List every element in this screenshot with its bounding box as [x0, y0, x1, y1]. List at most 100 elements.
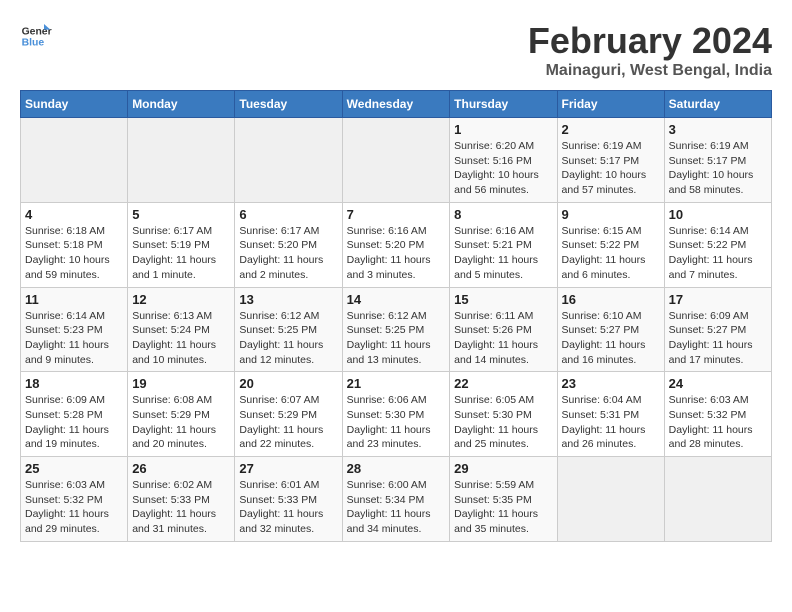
day-info: Sunrise: 6:04 AMSunset: 5:31 PMDaylight:… [562, 393, 660, 452]
calendar-cell [664, 457, 771, 542]
calendar-cell: 23Sunrise: 6:04 AMSunset: 5:31 PMDayligh… [557, 372, 664, 457]
title-section: February 2024 Mainaguri, West Bengal, In… [528, 20, 772, 80]
calendar-day-header: Thursday [450, 91, 557, 118]
day-info: Sunrise: 6:06 AMSunset: 5:30 PMDaylight:… [347, 393, 446, 452]
calendar-cell: 4 Sunrise: 6:18 AMSunset: 5:18 PMDaylight… [21, 202, 128, 287]
day-info: Sunrise: 6:05 AMSunset: 5:30 PMDaylight:… [454, 393, 552, 452]
calendar-cell: 24 Sunrise: 6:03 AMSunset: 5:32 PMDayligh… [664, 372, 771, 457]
day-number: 9 [562, 207, 660, 222]
day-info: Sunrise: 5:59 AMSunset: 5:35 PMDaylight:… [454, 478, 552, 537]
day-number: 22 [454, 376, 552, 391]
day-info: Sunrise: 6:03 AMSunset: 5:32 PMDaylight:… [669, 393, 767, 452]
day-info: Sunrise: 6:19 AMSunset: 5:17 PMDaylight:… [562, 139, 660, 198]
calendar-cell [235, 118, 342, 203]
calendar-day-header: Tuesday [235, 91, 342, 118]
page-title: February 2024 [528, 20, 772, 62]
day-info: Sunrise: 6:09 AMSunset: 5:27 PMDaylight:… [669, 309, 767, 368]
day-number: 7 [347, 207, 446, 222]
calendar-cell: 28 Sunrise: 6:00 AMSunset: 5:34 PMDayligh… [342, 457, 450, 542]
day-info: Sunrise: 6:18 AMSunset: 5:18 PMDaylight:… [25, 224, 123, 283]
page-header: General Blue February 2024 Mainaguri, We… [20, 20, 772, 80]
calendar-cell: 9 Sunrise: 6:15 AMSunset: 5:22 PMDaylight… [557, 202, 664, 287]
day-number: 5 [132, 207, 230, 222]
calendar-cell: 21 Sunrise: 6:06 AMSunset: 5:30 PMDayligh… [342, 372, 450, 457]
day-info: Sunrise: 6:17 AMSunset: 5:19 PMDaylight:… [132, 224, 230, 283]
day-number: 14 [347, 292, 446, 307]
svg-text:Blue: Blue [22, 38, 45, 49]
day-info: Sunrise: 6:13 AMSunset: 5:24 PMDaylight:… [132, 309, 230, 368]
calendar-cell: 25Sunrise: 6:03 AMSunset: 5:32 PMDayligh… [21, 457, 128, 542]
day-info: Sunrise: 6:12 AMSunset: 5:25 PMDaylight:… [239, 309, 337, 368]
day-number: 27 [239, 461, 337, 476]
day-info: Sunrise: 6:03 AMSunset: 5:32 PMDaylight:… [25, 478, 123, 537]
day-number: 18 [25, 376, 123, 391]
day-info: Sunrise: 6:00 AMSunset: 5:34 PMDaylight:… [347, 478, 446, 537]
calendar-cell: 12 Sunrise: 6:13 AMSunset: 5:24 PMDayligh… [128, 287, 235, 372]
calendar-day-header: Friday [557, 91, 664, 118]
day-info: Sunrise: 6:17 AMSunset: 5:20 PMDaylight:… [239, 224, 337, 283]
calendar-day-header: Wednesday [342, 91, 450, 118]
day-number: 21 [347, 376, 446, 391]
calendar-cell: 29 Sunrise: 5:59 AMSunset: 5:35 PMDayligh… [450, 457, 557, 542]
day-number: 26 [132, 461, 230, 476]
calendar-cell: 15Sunrise: 6:11 AMSunset: 5:26 PMDayligh… [450, 287, 557, 372]
logo: General Blue [20, 20, 52, 52]
day-number: 10 [669, 207, 767, 222]
day-info: Sunrise: 6:10 AMSunset: 5:27 PMDaylight:… [562, 309, 660, 368]
calendar-cell: 11 Sunrise: 6:14 AMSunset: 5:23 PMDayligh… [21, 287, 128, 372]
day-number: 20 [239, 376, 337, 391]
calendar-cell: 8 Sunrise: 6:16 AMSunset: 5:21 PMDaylight… [450, 202, 557, 287]
day-number: 1 [454, 122, 552, 137]
calendar-cell: 14 Sunrise: 6:12 AMSunset: 5:25 PMDayligh… [342, 287, 450, 372]
calendar-cell: 7Sunrise: 6:16 AMSunset: 5:20 PMDaylight… [342, 202, 450, 287]
day-number: 3 [669, 122, 767, 137]
day-number: 29 [454, 461, 552, 476]
day-number: 24 [669, 376, 767, 391]
calendar-cell: 17 Sunrise: 6:09 AMSunset: 5:27 PMDayligh… [664, 287, 771, 372]
day-number: 2 [562, 122, 660, 137]
day-number: 28 [347, 461, 446, 476]
calendar-cell: 3 Sunrise: 6:19 AMSunset: 5:17 PMDaylight… [664, 118, 771, 203]
calendar-cell: 2 Sunrise: 6:19 AMSunset: 5:17 PMDaylight… [557, 118, 664, 203]
day-info: Sunrise: 6:07 AMSunset: 5:29 PMDaylight:… [239, 393, 337, 452]
calendar-cell: 6 Sunrise: 6:17 AMSunset: 5:20 PMDaylight… [235, 202, 342, 287]
day-info: Sunrise: 6:08 AMSunset: 5:29 PMDaylight:… [132, 393, 230, 452]
day-info: Sunrise: 6:20 AMSunset: 5:16 PMDaylight:… [454, 139, 552, 198]
day-number: 4 [25, 207, 123, 222]
day-info: Sunrise: 6:19 AMSunset: 5:17 PMDaylight:… [669, 139, 767, 198]
day-number: 8 [454, 207, 552, 222]
calendar-week-row: 25Sunrise: 6:03 AMSunset: 5:32 PMDayligh… [21, 457, 772, 542]
calendar-cell: 26Sunrise: 6:02 AMSunset: 5:33 PMDayligh… [128, 457, 235, 542]
day-info: Sunrise: 6:14 AMSunset: 5:23 PMDaylight:… [25, 309, 123, 368]
calendar-cell [557, 457, 664, 542]
calendar-body: 1 Sunrise: 6:20 AMSunset: 5:16 PMDaylight… [21, 118, 772, 542]
day-number: 19 [132, 376, 230, 391]
calendar-header-row: SundayMondayTuesdayWednesdayThursdayFrid… [21, 91, 772, 118]
calendar-cell: 10 Sunrise: 6:14 AMSunset: 5:22 PMDayligh… [664, 202, 771, 287]
calendar-cell: 13Sunrise: 6:12 AMSunset: 5:25 PMDayligh… [235, 287, 342, 372]
day-number: 6 [239, 207, 337, 222]
day-info: Sunrise: 6:12 AMSunset: 5:25 PMDaylight:… [347, 309, 446, 368]
day-info: Sunrise: 6:16 AMSunset: 5:21 PMDaylight:… [454, 224, 552, 283]
day-info: Sunrise: 6:01 AMSunset: 5:33 PMDaylight:… [239, 478, 337, 537]
calendar-cell: 18Sunrise: 6:09 AMSunset: 5:28 PMDayligh… [21, 372, 128, 457]
day-number: 12 [132, 292, 230, 307]
day-number: 16 [562, 292, 660, 307]
calendar-cell [21, 118, 128, 203]
calendar-day-header: Saturday [664, 91, 771, 118]
calendar-day-header: Monday [128, 91, 235, 118]
calendar-week-row: 18Sunrise: 6:09 AMSunset: 5:28 PMDayligh… [21, 372, 772, 457]
calendar-day-header: Sunday [21, 91, 128, 118]
calendar-cell: 19 Sunrise: 6:08 AMSunset: 5:29 PMDayligh… [128, 372, 235, 457]
day-info: Sunrise: 6:11 AMSunset: 5:26 PMDaylight:… [454, 309, 552, 368]
calendar-table: SundayMondayTuesdayWednesdayThursdayFrid… [20, 90, 772, 542]
calendar-week-row: 4 Sunrise: 6:18 AMSunset: 5:18 PMDaylight… [21, 202, 772, 287]
calendar-week-row: 11 Sunrise: 6:14 AMSunset: 5:23 PMDayligh… [21, 287, 772, 372]
calendar-cell: 27 Sunrise: 6:01 AMSunset: 5:33 PMDayligh… [235, 457, 342, 542]
calendar-cell [342, 118, 450, 203]
calendar-cell [128, 118, 235, 203]
day-number: 11 [25, 292, 123, 307]
day-info: Sunrise: 6:15 AMSunset: 5:22 PMDaylight:… [562, 224, 660, 283]
day-info: Sunrise: 6:14 AMSunset: 5:22 PMDaylight:… [669, 224, 767, 283]
day-number: 17 [669, 292, 767, 307]
